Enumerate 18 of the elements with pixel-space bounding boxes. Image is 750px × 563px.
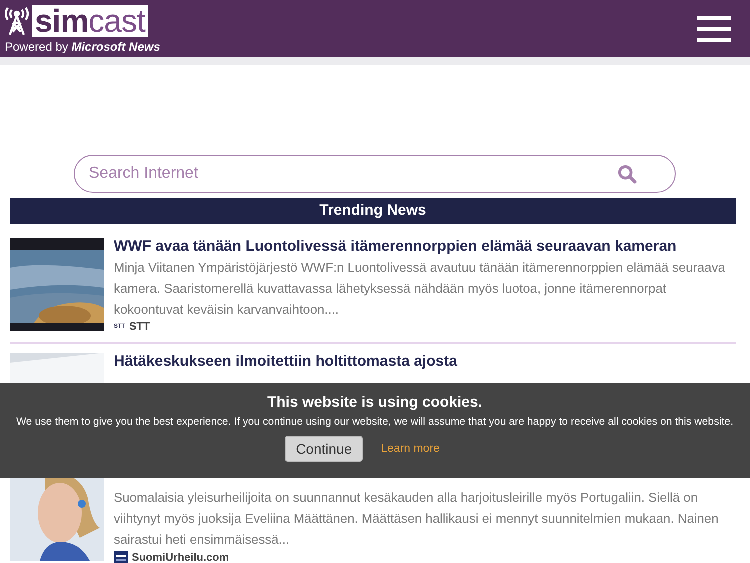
article-title[interactable]: Hätäkeskukseen ilmoitettiin holtittomasta ajosta bbox=[114, 353, 736, 371]
continue-button[interactable]: Continue bbox=[285, 436, 364, 462]
article-summary: Suomalaisia yleisurheilijoita on suunnannut kesäkauden alla harjoitusleirille myös Portugaliin. Siellä on viihtynyt myös juoksija Eveliina Määttänen. Määttäsen hallikausi ei mennyt suunnitelmien mukaan. Nainen sairastui heti ensimmäisessä... bbox=[114, 489, 720, 549]
powered-by-text: Powered by bbox=[5, 40, 68, 54]
cookie-text: We use them to give you the best experience. If you continue using our website, we will assume that you are happy to receive all cookies on this website. bbox=[15, 416, 735, 428]
site-logo[interactable]: simcast bbox=[32, 5, 148, 37]
article-summary: Minja Viitanen Ympäristöjärjestö WWF:n Luontolivessä avautuu tänään itämerennorppien elämää seuraava kamera. Saaristomerellä kuvattavassa lähetyksessä nähdään myös luotoa, jonne itämerennorpat kokoontuvat keväisin karvanvaihtoon.... bbox=[114, 259, 726, 319]
article-title[interactable]: WWF avaa tänään Luontolivessä itämerennorppien elämää seuraavan kameran bbox=[114, 238, 736, 256]
search-icon[interactable] bbox=[618, 165, 637, 184]
source-name: SuomiUrheilu.com bbox=[132, 552, 230, 563]
section-header: Trending News bbox=[10, 198, 736, 224]
menu-icon[interactable] bbox=[697, 16, 731, 42]
source-name: STT bbox=[129, 321, 150, 333]
learn-more-link[interactable]: Learn more bbox=[381, 443, 440, 455]
powered-brand: Microsoft News bbox=[72, 40, 160, 54]
antenna-icon bbox=[5, 6, 29, 36]
cookie-title: This website is using cookies. bbox=[266, 394, 484, 411]
search-field[interactable]: Search Internet bbox=[74, 155, 676, 193]
